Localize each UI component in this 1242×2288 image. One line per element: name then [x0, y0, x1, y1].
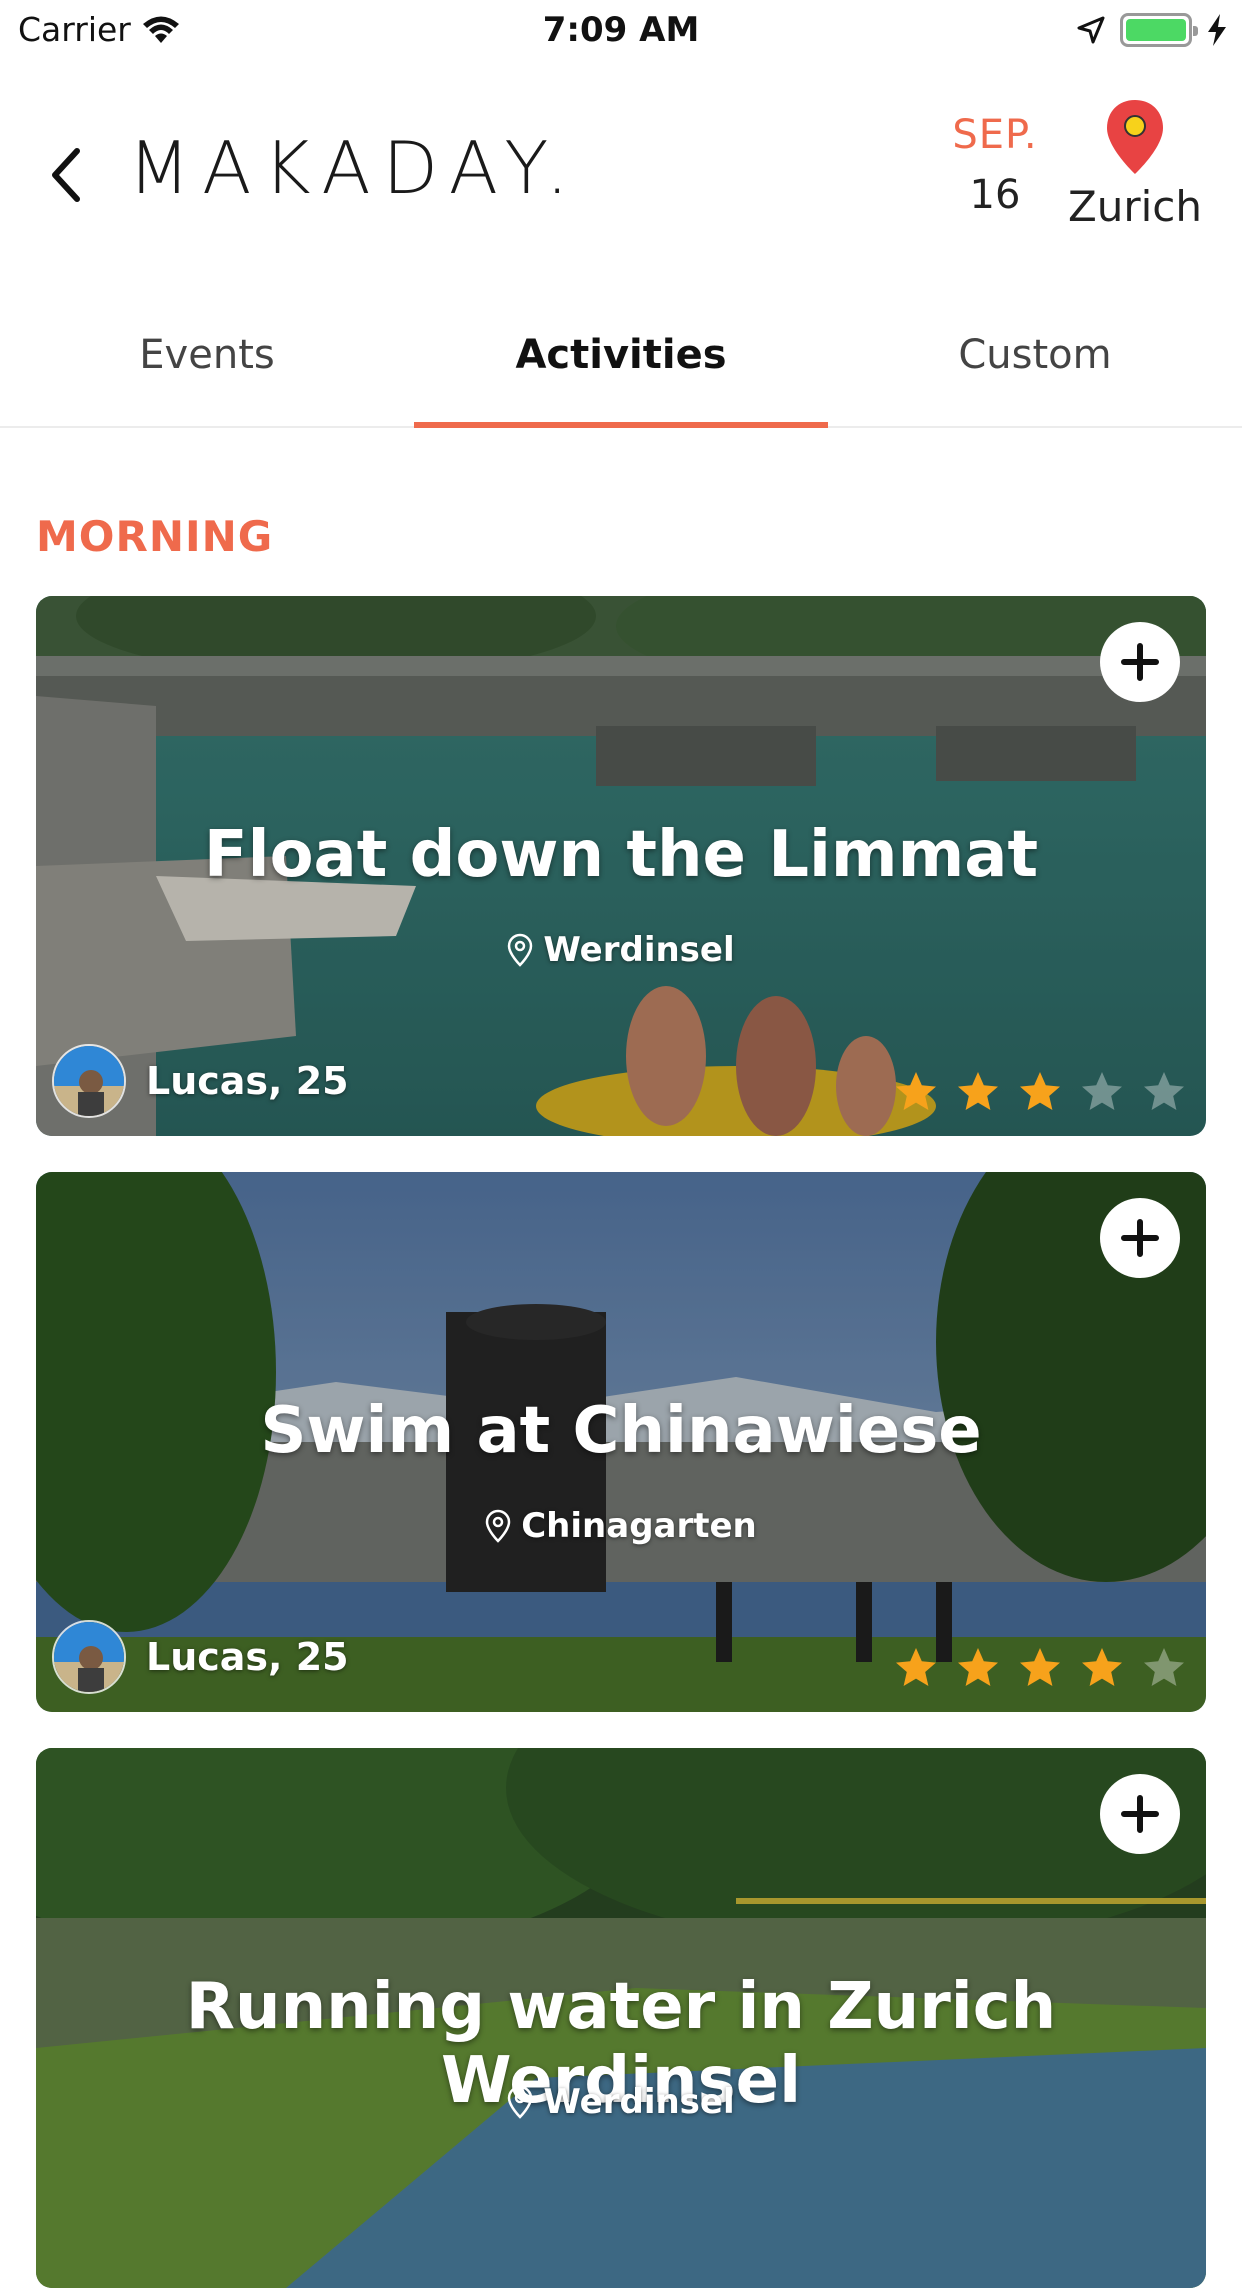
add-button[interactable] [1100, 1774, 1180, 1854]
card-location-label: Chinagarten [521, 1506, 757, 1546]
date-selector[interactable]: SEP. 16 [920, 112, 1070, 218]
add-button[interactable] [1100, 1198, 1180, 1278]
section-heading: MORNING [36, 512, 274, 561]
card-location: Werdinsel [36, 2082, 1206, 2122]
activity-card[interactable]: Float down the Limmat Werdinsel Lucas, 2… [36, 596, 1206, 1136]
plus-icon [1121, 1795, 1159, 1833]
card-location: Werdinsel [36, 930, 1206, 970]
plus-icon [1121, 1219, 1159, 1257]
city-name: Zurich [1067, 182, 1203, 231]
back-chevron-icon [52, 148, 80, 202]
activity-card[interactable]: Swim at Chinawiese Chinagarten Lucas, 25 [36, 1172, 1206, 1712]
carrier-group: Carrier [18, 10, 181, 49]
star-icon [896, 1648, 936, 1686]
card-location: Chinagarten [36, 1506, 1206, 1546]
star-icon [1144, 1072, 1184, 1110]
star-icon [958, 1072, 998, 1110]
location-marker-icon [485, 1509, 511, 1543]
star-icon [1082, 1072, 1122, 1110]
author-name: Lucas, 25 [146, 1635, 349, 1679]
map-pin-icon [1107, 100, 1163, 174]
star-icon [1082, 1648, 1122, 1686]
location-marker-icon [508, 933, 533, 967]
star-icon [958, 1648, 998, 1686]
star-icon [1020, 1648, 1060, 1686]
charging-icon [1208, 14, 1226, 46]
date-day: 16 [969, 172, 1021, 218]
back-button[interactable] [40, 140, 90, 210]
location-arrow-icon [1077, 16, 1105, 44]
star-icon [896, 1072, 936, 1110]
card-title: Float down the Limmat [203, 818, 1039, 892]
card-author[interactable]: Lucas, 25 [52, 1044, 349, 1118]
carrier-label: Carrier [18, 10, 131, 49]
tab-activities[interactable]: Activities [414, 290, 828, 428]
rating [892, 1068, 1188, 1116]
avatar [52, 1044, 126, 1118]
status-bar: Carrier 7:09 AM [0, 0, 1242, 60]
card-location-label: Werdinsel [543, 2082, 735, 2122]
tab-custom[interactable]: Custom [828, 290, 1242, 426]
card-author[interactable]: Lucas, 25 [52, 1620, 349, 1694]
status-right [1076, 12, 1228, 48]
battery-icon [1120, 13, 1198, 47]
activity-card[interactable]: Running water in Zurich Werdinsel Werdin… [36, 1748, 1206, 2288]
tab-events[interactable]: Events [0, 290, 414, 426]
plus-icon [1121, 643, 1159, 681]
add-button[interactable] [1100, 622, 1180, 702]
category-tabs: Events Activities Custom [0, 290, 1242, 428]
city-selector[interactable]: Zurich [1060, 98, 1210, 231]
rating [892, 1644, 1188, 1692]
brand-logo: MAKADAY. [128, 126, 581, 210]
star-icon [1144, 1648, 1184, 1686]
status-time: 7:09 AM [542, 10, 700, 50]
location-marker-icon [508, 2085, 533, 2119]
author-name: Lucas, 25 [146, 1059, 349, 1103]
card-title: Swim at Chinawiese [260, 1394, 982, 1468]
star-icon [1020, 1072, 1060, 1110]
date-month: SEP. [952, 112, 1038, 158]
wifi-icon [142, 16, 179, 43]
card-location-label: Werdinsel [543, 930, 735, 970]
avatar [52, 1620, 126, 1694]
app-header: MAKADAY. SEP. 16 Zurich [0, 60, 1242, 280]
